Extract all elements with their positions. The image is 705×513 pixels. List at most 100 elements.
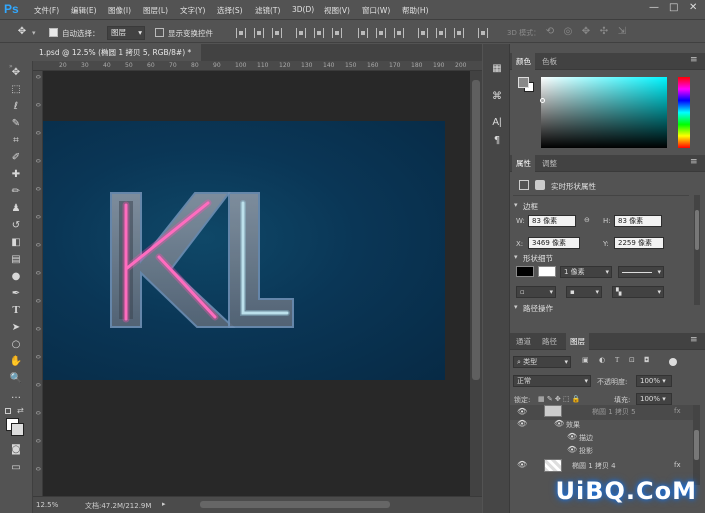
link-dimensions-icon[interactable]: ⊖ — [584, 216, 590, 224]
tab-adjustments[interactable]: 调整 — [538, 155, 561, 172]
panel-menu-icon[interactable]: ≡ — [690, 335, 698, 345]
stroke-type-dropdown[interactable]: ▾ — [618, 266, 664, 278]
color-field[interactable] — [541, 77, 667, 148]
mask-properties-icon[interactable] — [535, 180, 545, 190]
more-tools-icon[interactable]: … — [8, 389, 24, 402]
filter-smart-icon[interactable]: ◘ — [644, 356, 650, 364]
stroke-caps-dropdown[interactable]: ▪ ▾ — [566, 286, 602, 298]
tab-channels[interactable]: 通道 — [512, 333, 535, 350]
menu-file[interactable]: 文件(F) — [34, 5, 59, 16]
path-select-icon[interactable]: ➤ — [8, 321, 24, 334]
filter-pixel-icon[interactable]: ▣ — [582, 356, 589, 364]
y-field[interactable]: 2259 像素 — [614, 237, 664, 249]
distribute-hcenter-icon[interactable] — [436, 28, 446, 38]
crop-icon[interactable]: ⌗ — [8, 134, 24, 147]
minimize-button[interactable]: — — [649, 2, 659, 13]
distribute-vcenter-icon[interactable] — [376, 28, 386, 38]
menu-type[interactable]: 文字(Y) — [180, 5, 205, 16]
visibility-eye-icon[interactable]: 👁 — [554, 419, 564, 428]
align-right-icon[interactable] — [332, 28, 342, 38]
vertical-scroll-thumb[interactable] — [472, 80, 480, 380]
close-button[interactable]: ✕ — [689, 2, 697, 13]
layers-scroll-thumb[interactable] — [694, 430, 699, 460]
filter-type-icon[interactable]: T — [615, 356, 619, 364]
menu-3d[interactable]: 3D(D) — [292, 5, 314, 14]
type-icon[interactable]: T — [8, 304, 24, 317]
character-panel-icon[interactable]: A| — [490, 116, 504, 130]
fill-swatch[interactable] — [516, 266, 534, 277]
menu-filter[interactable]: 滤镜(T) — [255, 5, 280, 16]
visibility-eye-icon[interactable]: 👁 — [517, 419, 527, 428]
distribute-bottom-icon[interactable] — [394, 28, 404, 38]
lasso-icon[interactable]: ℓ — [8, 100, 24, 113]
width-field[interactable]: 83 像素 — [528, 215, 576, 227]
horizontal-scroll-thumb[interactable] — [200, 501, 390, 508]
foreground-color-swatch[interactable] — [518, 77, 529, 88]
filter-toggle-icon[interactable] — [669, 358, 677, 366]
tab-paths[interactable]: 路径 — [538, 333, 561, 350]
ellipse-icon[interactable]: ○ — [8, 338, 24, 351]
quick-select-icon[interactable]: ✎ — [8, 117, 24, 130]
history-brush-icon[interactable]: ↺ — [8, 219, 24, 232]
marquee-icon[interactable]: ⬚ — [8, 83, 24, 96]
quick-mask-icon[interactable]: ◙ — [8, 443, 24, 456]
3d-scale-icon[interactable]: ⇲ — [616, 26, 628, 38]
document-canvas[interactable] — [43, 121, 445, 380]
menu-view[interactable]: 视图(V) — [324, 5, 350, 16]
swap-colors-icon[interactable]: ⇄ — [17, 406, 24, 415]
visibility-eye-icon[interactable]: 👁 — [517, 407, 527, 416]
stamp-icon[interactable]: ♟ — [8, 202, 24, 215]
move-tool-icon[interactable]: ✥ — [16, 26, 28, 38]
3d-rotate-icon[interactable]: ⟲ — [544, 26, 556, 38]
visibility-eye-icon[interactable]: 👁 — [567, 432, 577, 441]
pen-icon[interactable]: ✒ — [8, 287, 24, 300]
auto-align-icon[interactable] — [478, 28, 488, 38]
color-picker-cursor[interactable] — [540, 98, 545, 103]
tab-swatches[interactable]: 色板 — [538, 53, 561, 70]
visibility-eye-icon[interactable]: 👁 — [517, 460, 527, 469]
expand-icon[interactable]: ▾ — [514, 201, 518, 209]
align-bottom-icon[interactable] — [272, 28, 282, 38]
gradient-icon[interactable]: ▤ — [8, 253, 24, 266]
screen-mode-icon[interactable]: ▭ — [8, 461, 24, 474]
paragraph-panel-icon[interactable]: ¶ — [490, 134, 504, 148]
layer-row[interactable]: 👁 投影 — [510, 444, 693, 459]
show-transform-checkbox[interactable] — [155, 28, 164, 37]
history-panel-icon[interactable]: ▦ — [490, 62, 504, 76]
shape-properties-icon[interactable] — [519, 180, 529, 190]
chevron-down-icon[interactable]: ▾ — [32, 29, 36, 37]
move-icon[interactable]: ✥ — [8, 66, 24, 79]
tab-layers[interactable]: 图层 — [566, 333, 589, 350]
opacity-field[interactable]: 100% ▾ — [636, 375, 672, 387]
eyedropper-icon[interactable]: ✐ — [8, 151, 24, 164]
menu-select[interactable]: 选择(S) — [217, 5, 243, 16]
layer-row[interactable]: 👁 椭圆 1 拷贝 4 fx — [510, 458, 693, 474]
height-field[interactable]: 83 像素 — [614, 215, 662, 227]
menu-image[interactable]: 图像(I) — [108, 5, 131, 16]
menu-help[interactable]: 帮助(H) — [402, 5, 429, 16]
panel-menu-icon[interactable]: ≡ — [690, 55, 698, 65]
stroke-align-dropdown[interactable]: ▫ ▾ — [516, 286, 556, 298]
tab-properties[interactable]: 属性 — [512, 155, 535, 172]
expand-icon[interactable]: ▾ — [514, 303, 518, 311]
brush-icon[interactable]: ✏ — [8, 185, 24, 198]
auto-select-checkbox[interactable] — [49, 28, 58, 37]
lock-transparency-icon[interactable]: ▦ ✎ ✥ ⬚ 🔒 — [538, 395, 581, 403]
panel-menu-icon[interactable]: ≡ — [690, 157, 698, 167]
hand-icon[interactable]: ✋ — [8, 355, 24, 368]
tab-color[interactable]: 颜色 — [512, 53, 535, 70]
menu-edit[interactable]: 编辑(E) — [71, 5, 97, 16]
align-hcenter-icon[interactable] — [314, 28, 324, 38]
layer-filter-dropdown[interactable]: ⌕ 类型 ▾ — [513, 356, 571, 368]
maximize-button[interactable]: □ — [669, 2, 678, 13]
3d-pan-icon[interactable]: ✥ — [580, 26, 592, 38]
distribute-right-icon[interactable] — [454, 28, 464, 38]
blend-mode-dropdown[interactable]: 正常 ▾ — [513, 375, 591, 387]
stroke-corners-dropdown[interactable]: ▚ ▾ — [612, 286, 664, 298]
align-vcenter-icon[interactable] — [254, 28, 264, 38]
distribute-left-icon[interactable] — [418, 28, 428, 38]
dodge-icon[interactable]: ● — [8, 270, 24, 283]
auto-select-dropdown[interactable]: 图层 ▾ — [107, 26, 145, 40]
eraser-icon[interactable]: ◧ — [8, 236, 24, 249]
layer-name[interactable]: 椭圆 1 拷贝 4 — [572, 461, 616, 471]
